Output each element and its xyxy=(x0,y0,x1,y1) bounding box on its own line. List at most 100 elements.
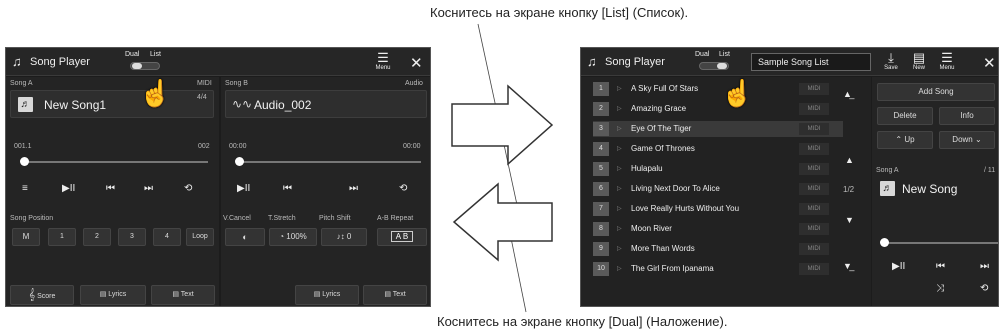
right-progress-knob[interactable] xyxy=(880,238,889,247)
pitch-value: 0 xyxy=(346,232,352,241)
item-type: MIDI xyxy=(799,243,829,255)
delete-button[interactable]: Delete xyxy=(877,107,933,125)
list-name: Sample Song List xyxy=(758,57,829,67)
dual-list-toggle[interactable] xyxy=(699,62,729,70)
list-item[interactable]: 5 ▷ Hulapalu MIDI xyxy=(593,161,843,177)
ab-repeat-label: A-B Repeat xyxy=(377,215,414,222)
song-count: / 11 xyxy=(984,167,996,174)
pitch-shift-button[interactable]: ♪↕ 0 xyxy=(321,228,367,246)
marker-m-button[interactable]: M xyxy=(12,228,40,246)
song-a-lyrics-button[interactable]: ▤ Lyrics xyxy=(80,285,146,305)
list-name-field[interactable]: Sample Song List xyxy=(751,53,871,71)
current-song-name: New Song xyxy=(902,182,958,196)
dual-mode-screen: ♫ Song Player Dual List ☰ Menu ✕ Song A M… xyxy=(5,47,431,307)
song-b-rewind-button[interactable]: ⏮ xyxy=(283,183,292,194)
song-a-load-icon[interactable]: ≡ xyxy=(22,183,28,194)
left-menu-button[interactable]: ☰ Menu xyxy=(372,51,394,72)
score-button[interactable]: 𝄞 Score xyxy=(10,285,74,305)
right-repeat-button[interactable]: ⟲ xyxy=(980,283,988,294)
scroll-bottom-button[interactable]: ▼̲ xyxy=(843,261,852,271)
song-a-name-box[interactable]: ♬ New Song1 4/4 xyxy=(10,90,214,118)
move-up-button[interactable]: ⌃ Up xyxy=(877,131,933,149)
song-b-play-pause-button[interactable]: ▶II xyxy=(237,183,250,194)
down-label: Down xyxy=(952,135,973,144)
song-a-progress-track[interactable] xyxy=(22,161,208,163)
tstretch-button[interactable]: ◔ 100% xyxy=(269,228,317,246)
song-a-play-pause-button[interactable]: ▶II xyxy=(62,183,75,194)
list-item[interactable]: 4 ▷ Game Of Thrones MIDI xyxy=(593,141,843,157)
right-rewind-button[interactable]: ⏮ xyxy=(936,261,945,272)
song-b-progress-track[interactable] xyxy=(237,161,421,163)
item-number: 7 xyxy=(593,202,609,216)
item-number: 1 xyxy=(593,82,609,96)
text-icon: ▤ xyxy=(384,291,391,298)
list-mode-screen: ♫ Song Player Dual List Sample Song List… xyxy=(580,47,999,307)
text-label: Text xyxy=(392,291,406,298)
song-a-forward-button[interactable]: ⏭ xyxy=(144,183,153,194)
tstretch-value: 100% xyxy=(286,232,307,241)
song-a-rewind-button[interactable]: ⏮ xyxy=(106,183,115,194)
move-down-button[interactable]: Down ⌄ xyxy=(939,131,995,149)
lyrics-icon: ▤ xyxy=(99,291,107,298)
shuffle-button[interactable]: ⤨ xyxy=(936,283,944,294)
item-number: 5 xyxy=(593,162,609,176)
list-item[interactable]: 7 ▷ Love Really Hurts Without You MIDI xyxy=(593,201,843,217)
song-a-progress-knob[interactable] xyxy=(20,157,29,166)
right-close-button[interactable]: ✕ xyxy=(983,54,996,72)
scroll-down-button[interactable]: ▼ xyxy=(845,215,854,225)
save-button[interactable]: ⤓ Save xyxy=(880,51,902,72)
marker-4-button[interactable]: 4 xyxy=(153,228,181,246)
item-number: 10 xyxy=(593,262,609,276)
item-title: A Sky Full Of Stars xyxy=(631,84,699,93)
marker-2-button[interactable]: 2 xyxy=(83,228,111,246)
song-b-text-button[interactable]: ▤ Text xyxy=(363,285,427,305)
item-number: 4 xyxy=(593,142,609,156)
song-a-text-button[interactable]: ▤ Text xyxy=(151,285,215,305)
ab-repeat-button[interactable]: A B xyxy=(377,228,427,246)
menu-label: Menu xyxy=(939,65,955,71)
song-b-progress-knob[interactable] xyxy=(235,157,244,166)
list-item[interactable]: 10 ▷ The Girl From Ipanama MIDI xyxy=(593,261,843,277)
right-menu-button[interactable]: ☰ Menu xyxy=(936,51,958,72)
lyrics-label: Lyrics xyxy=(322,291,341,298)
arrow-right xyxy=(451,84,554,166)
song-b-name-box[interactable]: ∿∿ Audio_002 xyxy=(225,90,427,118)
scroll-up-button[interactable]: ▲ xyxy=(845,155,854,165)
song-b-label: Song B xyxy=(225,80,248,87)
item-title: Moon River xyxy=(631,224,672,233)
marker-1-button[interactable]: 1 xyxy=(48,228,76,246)
list-item[interactable]: 1 ▷ A Sky Full Of Stars MIDI xyxy=(593,81,843,97)
dual-list-toggle[interactable] xyxy=(130,62,160,70)
touching-hand-icon: ☝ xyxy=(721,78,754,108)
left-close-button[interactable]: ✕ xyxy=(410,54,423,72)
toggle-thumb xyxy=(132,63,142,69)
list-item[interactable]: 9 ▷ More Than Words MIDI xyxy=(593,241,843,257)
song-b-lyrics-button[interactable]: ▤ Lyrics xyxy=(295,285,359,305)
play-indicator-icon: ▷ xyxy=(617,266,622,272)
item-title: Living Next Door To Alice xyxy=(631,184,720,193)
loop-button[interactable]: Loop xyxy=(186,228,214,246)
play-indicator-icon: ▷ xyxy=(617,86,622,92)
up-arrow-icon: ⌃ xyxy=(895,135,903,144)
song-b-forward-button[interactable]: ⏭ xyxy=(349,183,358,194)
list-item[interactable]: 6 ▷ Living Next Door To Alice MIDI xyxy=(593,181,843,197)
list-item[interactable]: 8 ▷ Moon River MIDI xyxy=(593,221,843,237)
right-forward-button[interactable]: ⏭ xyxy=(980,261,989,272)
dual-label: Dual xyxy=(695,51,710,58)
add-song-button[interactable]: Add Song xyxy=(877,83,995,101)
item-number: 3 xyxy=(593,122,609,136)
info-button[interactable]: Info xyxy=(939,107,995,125)
vcancel-button[interactable]: ◐ xyxy=(225,228,265,246)
list-item[interactable]: 3 ▷ Eye Of The Tiger MIDI xyxy=(593,121,843,137)
song-a-repeat-button[interactable]: ⟲ xyxy=(184,183,192,194)
list-item[interactable]: 2 ▷ Amazing Grace MIDI xyxy=(593,101,843,117)
new-button[interactable]: ▤ New xyxy=(908,51,930,72)
play-indicator-icon: ▷ xyxy=(617,106,622,112)
song-b-repeat-button[interactable]: ⟲ xyxy=(399,183,407,194)
list-label: List xyxy=(719,51,730,58)
play-indicator-icon: ▷ xyxy=(617,146,622,152)
right-play-pause-button[interactable]: ▶II xyxy=(892,261,905,272)
scroll-top-button[interactable]: ▲̲ xyxy=(843,89,852,99)
right-progress-track[interactable] xyxy=(884,242,998,244)
marker-3-button[interactable]: 3 xyxy=(118,228,146,246)
